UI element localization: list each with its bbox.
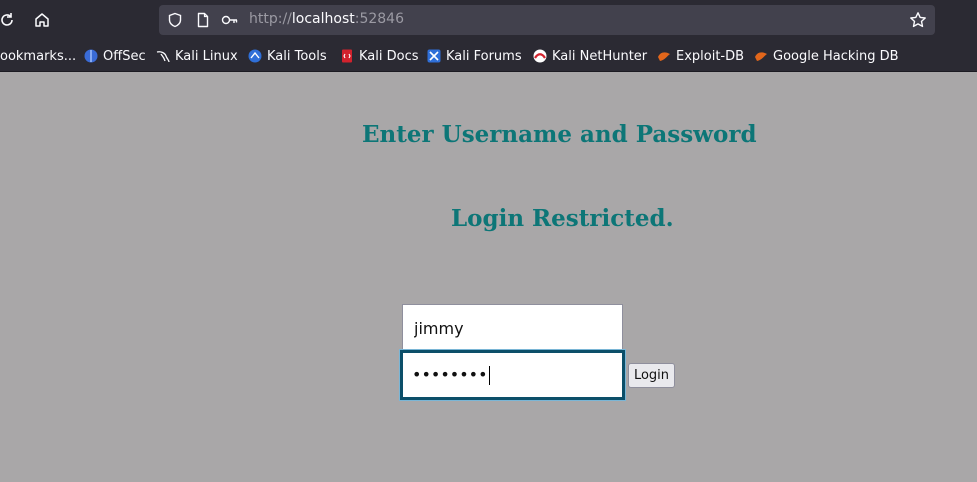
bookmark-kali-forums[interactable]: Kali Forums — [427, 48, 522, 64]
bookmark-label: Google Hacking DB — [773, 48, 899, 64]
username-input[interactable] — [402, 304, 623, 352]
password-input[interactable]: •••••••• — [400, 350, 625, 400]
bookmark-offsec[interactable]: OffSec — [84, 48, 146, 64]
page-content: Enter Username and Password Login Restri… — [0, 72, 977, 482]
bookmark-kali-nethunter[interactable]: Kali NetHunter — [533, 48, 647, 64]
bookmark-ghdb[interactable]: Google Hacking DB — [754, 48, 899, 64]
bookmark-kali-docs[interactable]: Kali Docs — [340, 48, 419, 64]
url-scheme: http:// — [249, 11, 292, 27]
browser-toolbar: http://localhost:52846 — [0, 0, 977, 40]
star-icon[interactable] — [907, 9, 929, 31]
kali-docs-icon — [340, 49, 354, 63]
shield-icon[interactable] — [164, 9, 186, 31]
url-port: :52846 — [354, 11, 404, 27]
bookmark-kali-tools[interactable]: Kali Tools — [248, 48, 327, 64]
bookmarks-bar: ookmarks... OffSec Kali Linux Kali Tools… — [0, 40, 977, 72]
offsec-icon — [84, 49, 98, 63]
url-host: localhost — [291, 11, 355, 27]
key-icon[interactable] — [219, 9, 241, 31]
page-heading: Enter Username and Password — [362, 121, 757, 148]
reload-icon[interactable] — [0, 9, 18, 31]
page-icon[interactable] — [192, 9, 214, 31]
ghdb-icon — [754, 49, 768, 63]
bookmark-kali-linux[interactable]: Kali Linux — [156, 48, 238, 64]
page-subheading: Login Restricted. — [451, 205, 674, 232]
bookmark-other[interactable]: ookmarks... — [0, 48, 76, 64]
login-button[interactable]: Login — [628, 363, 675, 388]
bookmark-label: Exploit-DB — [676, 48, 745, 64]
bookmark-label: OffSec — [103, 48, 146, 64]
bookmark-label: ookmarks... — [0, 48, 77, 64]
bookmark-label: Kali Linux — [175, 48, 238, 64]
address-bar[interactable]: http://localhost:52846 — [159, 5, 935, 35]
bookmark-label: Kali NetHunter — [552, 48, 648, 64]
bookmark-exploit-db[interactable]: Exploit-DB — [657, 48, 744, 64]
password-mask: •••••••• — [412, 365, 488, 384]
kali-dragon-icon — [156, 49, 170, 63]
bookmark-label: Kali Forums — [446, 48, 522, 64]
bookmark-label: Kali Docs — [359, 48, 419, 64]
kali-forums-icon — [427, 49, 441, 63]
nethunter-icon — [533, 49, 547, 63]
kali-tools-icon — [248, 49, 262, 63]
exploit-db-icon — [657, 49, 671, 63]
home-icon[interactable] — [31, 9, 53, 31]
bookmark-label: Kali Tools — [267, 48, 327, 64]
text-caret — [488, 366, 490, 385]
url-text[interactable]: http://localhost:52846 — [249, 11, 404, 27]
